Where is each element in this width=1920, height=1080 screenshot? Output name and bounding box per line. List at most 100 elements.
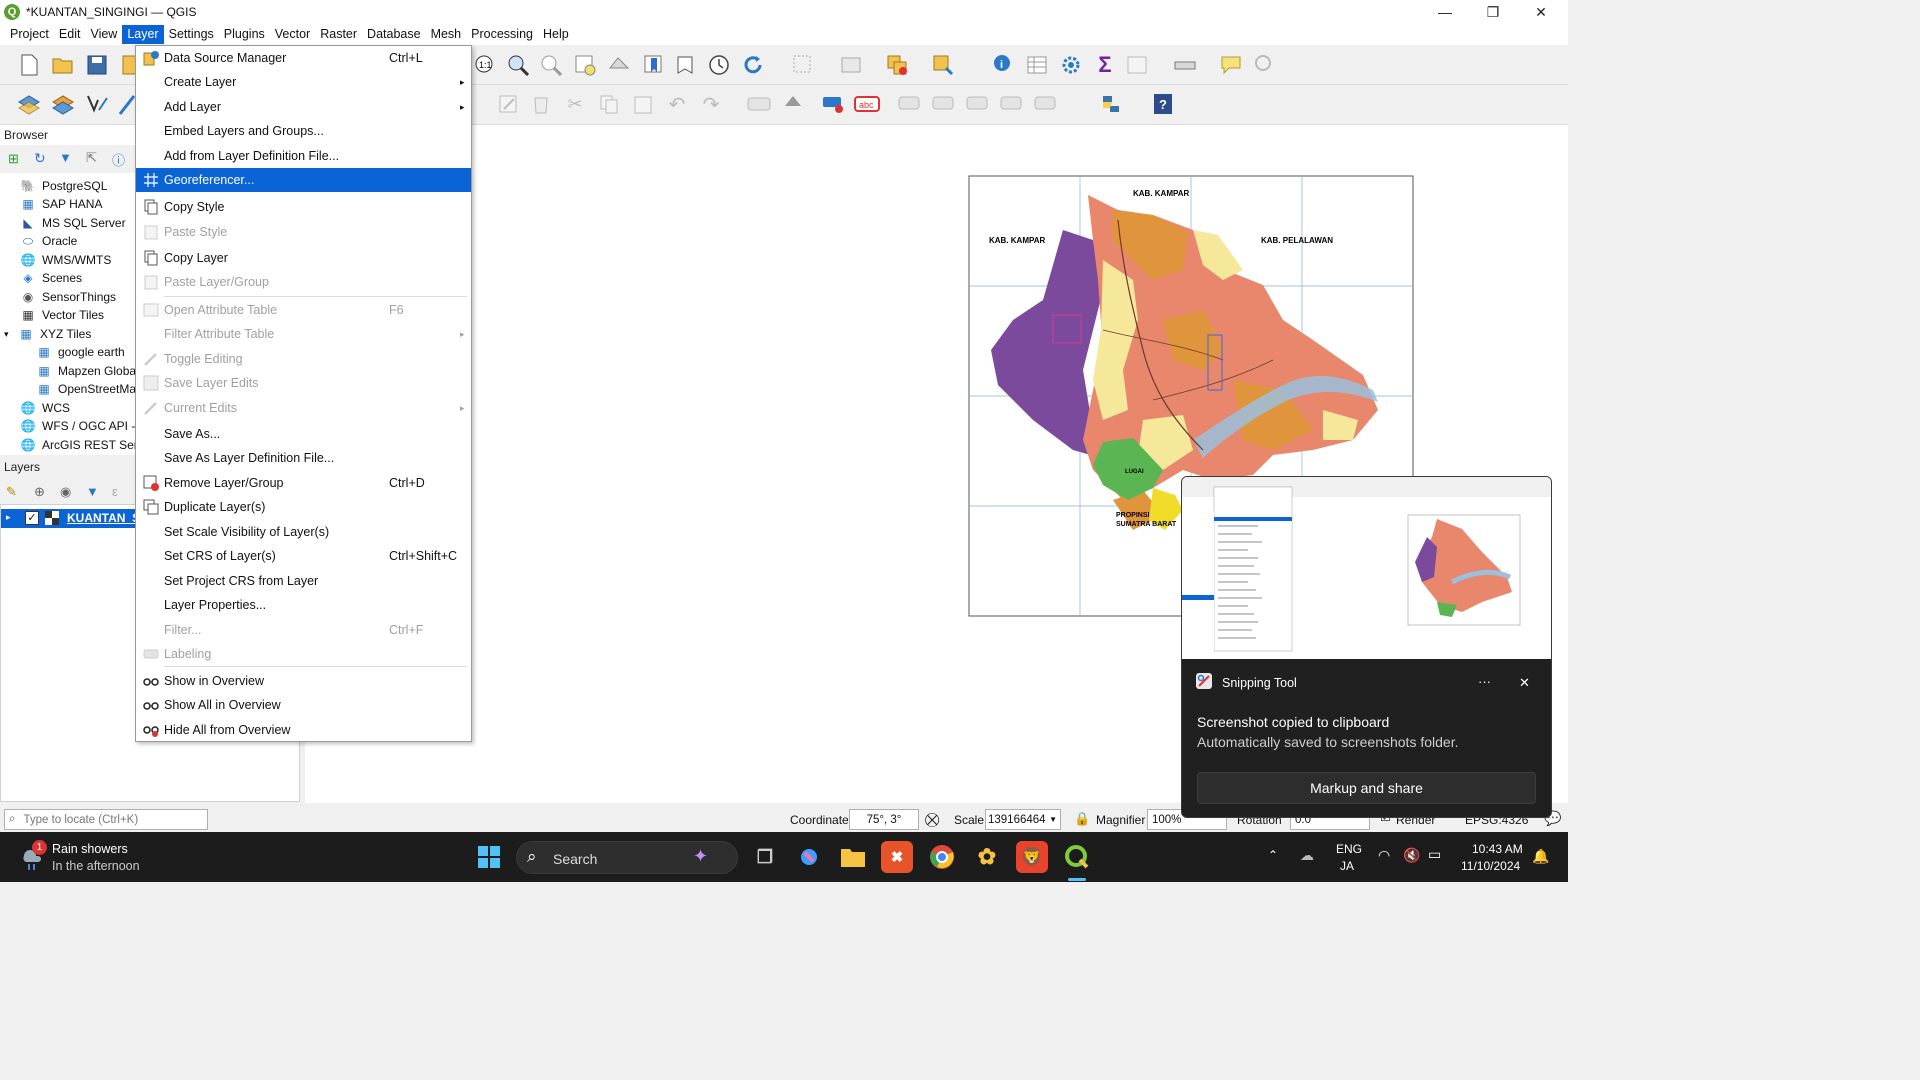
- xampp-icon[interactable]: ✖: [881, 841, 913, 873]
- browser-item-oracle[interactable]: ⬭ Oracle: [20, 232, 77, 250]
- weather-widget-icon[interactable]: 1: [18, 840, 48, 872]
- new-project-icon[interactable]: [16, 52, 42, 78]
- browser-refresh-icon[interactable]: ↻: [34, 150, 46, 167]
- label-change-icon[interactable]: [998, 91, 1024, 117]
- zoom-layer-icon[interactable]: [572, 52, 598, 78]
- python-console-icon[interactable]: [1098, 91, 1124, 117]
- menu-settings[interactable]: Settings: [164, 25, 219, 44]
- label-highlight-icon[interactable]: [820, 91, 846, 117]
- menu-item-open-attribute-table[interactable]: Open Attribute Table F6: [136, 298, 471, 322]
- expand-arrow-icon[interactable]: ▾: [4, 329, 18, 340]
- menu-item-embed-layers[interactable]: Embed Layers and Groups...: [136, 119, 471, 143]
- show-bookmarks-icon[interactable]: [672, 52, 698, 78]
- menu-item-copy-style[interactable]: Copy Style: [136, 195, 471, 219]
- language-top[interactable]: ENG: [1336, 842, 1362, 856]
- select-by-location-icon[interactable]: [930, 52, 956, 78]
- file-explorer-icon[interactable]: [837, 841, 869, 873]
- qgis-taskbar-icon[interactable]: [1061, 841, 1093, 873]
- menu-project[interactable]: Project: [5, 25, 54, 44]
- copilot-icon[interactable]: [793, 841, 825, 873]
- menu-item-toggle-editing[interactable]: Toggle Editing: [136, 347, 471, 371]
- help-icon[interactable]: ?: [1150, 91, 1176, 117]
- snipping-tool-toast[interactable]: Snipping Tool ··· ✕ Screenshot copied to…: [1181, 476, 1552, 818]
- battery-icon[interactable]: ▭: [1428, 846, 1441, 863]
- taskbar-search-box[interactable]: ⌕ Search ✦: [516, 841, 738, 874]
- add-group-icon[interactable]: ⊕: [34, 484, 45, 500]
- add-raster-layer-icon[interactable]: [50, 91, 76, 117]
- browser-item-sensorthings[interactable]: ◉ SensorThings: [20, 288, 116, 306]
- processing-toolbox-icon[interactable]: [1058, 52, 1084, 78]
- undo-icon[interactable]: ↶: [664, 91, 690, 117]
- filter-legend-icon[interactable]: ▼: [86, 484, 99, 499]
- menu-item-current-edits[interactable]: Current Edits ▸: [136, 396, 471, 420]
- language-bottom[interactable]: JA: [1340, 859, 1354, 873]
- menu-processing[interactable]: Processing: [466, 25, 538, 44]
- label-abc-icon[interactable]: [746, 91, 772, 117]
- clock-time[interactable]: 10:43 AM: [1472, 842, 1523, 856]
- browser-item-postgresql[interactable]: 🐘 PostgreSQL: [20, 177, 108, 195]
- lock-icon[interactable]: 🔒: [1074, 811, 1090, 827]
- menu-view[interactable]: View: [85, 25, 122, 44]
- browser-item-vector-tiles[interactable]: ▦ Vector Tiles: [20, 306, 104, 324]
- filter-icon[interactable]: ▼: [59, 150, 72, 165]
- menu-item-create-layer[interactable]: Create Layer ▸: [136, 70, 471, 94]
- label-rotate-icon[interactable]: [964, 91, 990, 117]
- select-features-icon[interactable]: [790, 52, 816, 78]
- digitize-icon[interactable]: [84, 91, 110, 117]
- label-move-icon[interactable]: [896, 91, 922, 117]
- open-project-icon[interactable]: [50, 52, 76, 78]
- menu-help[interactable]: Help: [538, 25, 574, 44]
- expression-filter-icon[interactable]: ε: [112, 484, 118, 499]
- maximize-button[interactable]: ❐: [1470, 0, 1516, 24]
- scale-field[interactable]: 139166464 ▼: [985, 809, 1061, 830]
- layer-styling-icon[interactable]: ✎: [6, 484, 17, 500]
- menu-item-copy-layer[interactable]: Copy Layer: [136, 246, 471, 270]
- clock-date[interactable]: 11/10/2024: [1461, 859, 1520, 873]
- delete-icon[interactable]: [528, 91, 554, 117]
- select-value-icon[interactable]: [838, 52, 864, 78]
- info-icon[interactable]: ⓘ: [112, 150, 125, 169]
- browser-item-sap-hana[interactable]: ▦ SAP HANA: [20, 195, 102, 213]
- locator-search-input[interactable]: ⌕ Type to locate (Ctrl+K): [4, 809, 208, 830]
- refresh-icon[interactable]: [740, 52, 766, 78]
- menu-item-paste-style[interactable]: Paste Style: [136, 220, 471, 244]
- browser-item-wfs[interactable]: 🌐 WFS / OGC API -: [20, 417, 136, 435]
- onedrive-icon[interactable]: ☁: [1300, 847, 1314, 864]
- close-icon[interactable]: ✕: [1519, 675, 1530, 691]
- weather-title[interactable]: Rain showers: [52, 842, 128, 856]
- menu-plugins[interactable]: Plugins: [219, 25, 270, 44]
- browser-item-mapzen[interactable]: ▦ Mapzen Globa: [36, 362, 136, 380]
- measure-icon[interactable]: [1172, 52, 1198, 78]
- browser-item-google-earth[interactable]: ▦ google earth: [36, 343, 124, 361]
- menu-item-paste-layer[interactable]: Paste Layer/Group: [136, 270, 471, 294]
- deselect-icon[interactable]: [884, 52, 910, 78]
- menu-item-add-layer[interactable]: Add Layer ▸: [136, 95, 471, 119]
- menu-item-labeling[interactable]: Labeling: [136, 642, 471, 666]
- expand-arrow-icon[interactable]: ▸: [6, 512, 11, 523]
- menu-item-filter[interactable]: Filter... Ctrl+F: [136, 618, 471, 642]
- browser-item-osm[interactable]: ▦ OpenStreetMa: [36, 380, 136, 398]
- label-properties-icon[interactable]: [1032, 91, 1058, 117]
- chrome-icon[interactable]: [926, 841, 958, 873]
- zoom-last-icon[interactable]: [606, 52, 632, 78]
- coordinate-field[interactable]: 75°, 3°: [849, 809, 919, 830]
- menu-item-data-source-manager[interactable]: Data Source Manager Ctrl+L: [136, 46, 471, 70]
- locator-icon[interactable]: [1252, 52, 1278, 78]
- menu-item-show-all-in-overview[interactable]: Show All in Overview: [136, 693, 471, 717]
- zoom-full-icon[interactable]: [505, 52, 531, 78]
- browser-item-scenes[interactable]: ◈ Scenes: [20, 269, 82, 287]
- menu-item-filter-attribute-table[interactable]: Filter Attribute Table ▸: [136, 322, 471, 346]
- menu-item-remove-layer[interactable]: Remove Layer/Group Ctrl+D: [136, 471, 471, 495]
- menu-item-set-project-crs[interactable]: Set Project CRS from Layer: [136, 569, 471, 593]
- wifi-icon[interactable]: ◠: [1378, 847, 1390, 864]
- menu-mesh[interactable]: Mesh: [426, 25, 467, 44]
- label-show-icon[interactable]: [930, 91, 956, 117]
- zoom-native-icon[interactable]: 1:1: [472, 52, 498, 78]
- label-abc-red-icon[interactable]: abc: [854, 91, 880, 117]
- screenshot-preview[interactable]: [1182, 477, 1551, 659]
- norton-icon[interactable]: ✿: [971, 841, 1003, 873]
- toggle-extents-icon[interactable]: ⛒: [925, 811, 939, 828]
- menu-raster[interactable]: Raster: [315, 25, 362, 44]
- temporal-controller-icon[interactable]: [706, 52, 732, 78]
- copy-features-icon[interactable]: [596, 91, 622, 117]
